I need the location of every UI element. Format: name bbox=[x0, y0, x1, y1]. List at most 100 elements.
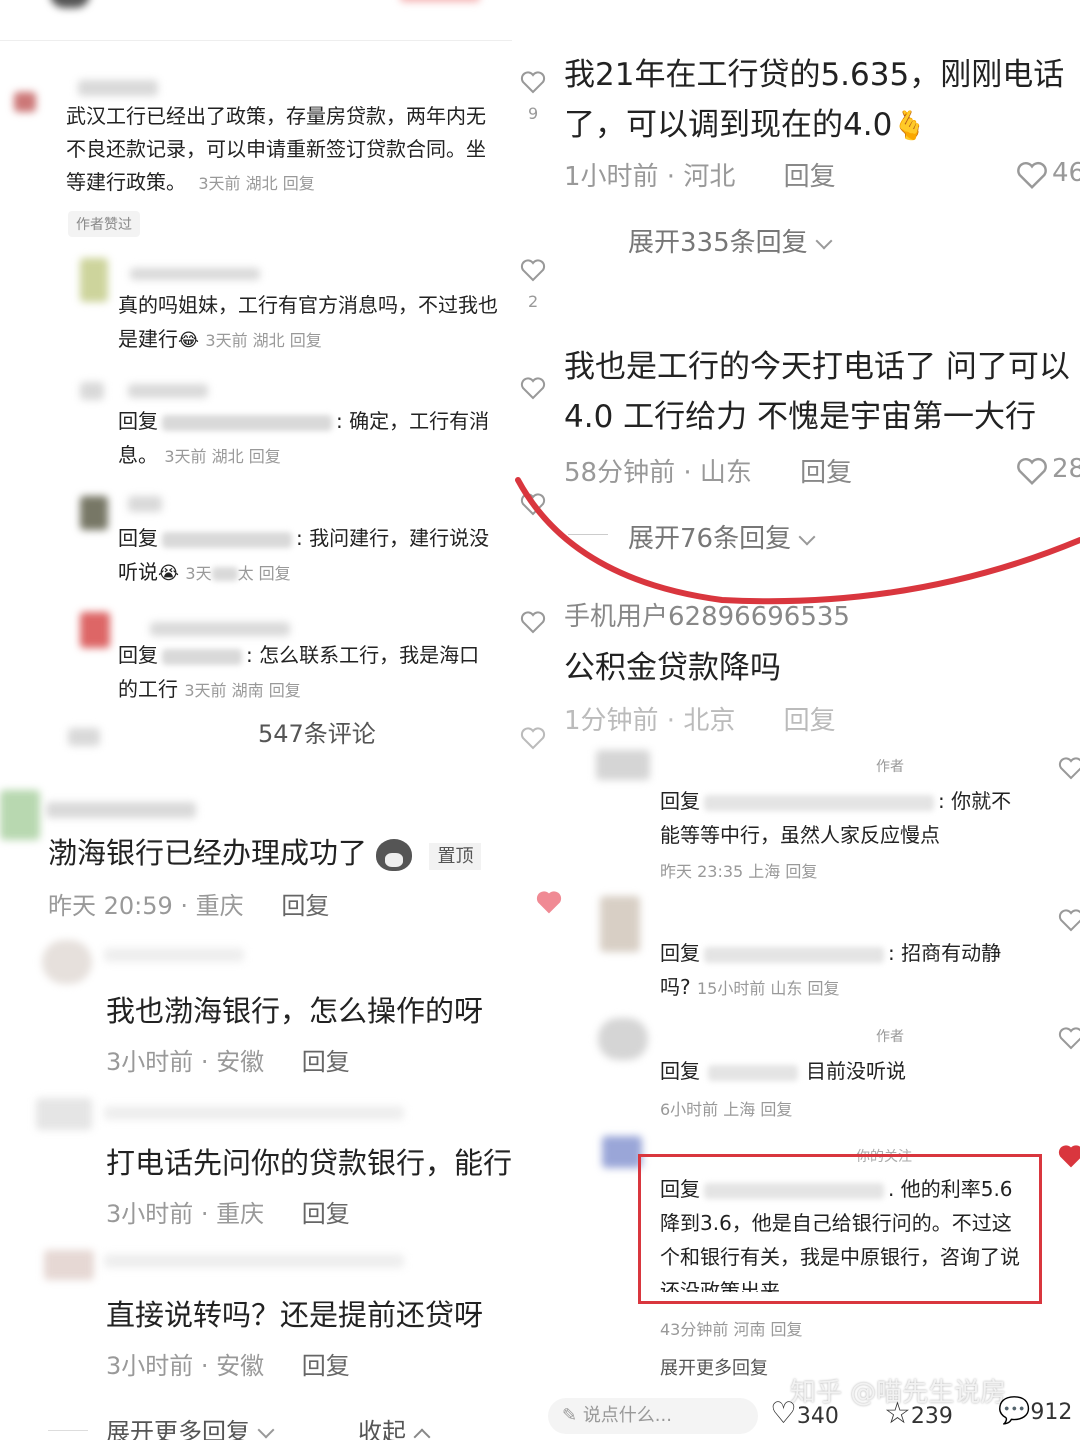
comment-text: 公积金贷款降吗 bbox=[564, 650, 781, 686]
comment-input[interactable]: ✎ 说点什么... bbox=[548, 1398, 758, 1434]
reply-button[interactable]: 回复 bbox=[302, 1352, 350, 1380]
divider bbox=[48, 1430, 88, 1431]
heart-icon[interactable] bbox=[520, 376, 546, 400]
like-action[interactable]: ♡340 bbox=[770, 1396, 839, 1431]
husky-emoji-icon bbox=[376, 839, 413, 871]
divider bbox=[0, 40, 540, 41]
author-liked-badge: 作者赞过 bbox=[68, 211, 140, 237]
avatar[interactable] bbox=[596, 750, 650, 780]
avatar[interactable] bbox=[80, 612, 110, 648]
expand-more-button[interactable]: 展开更多回复 bbox=[106, 1412, 275, 1440]
reply-text: 直接说转吗？还是提前还贷呀 bbox=[106, 1298, 484, 1332]
sub-reply-meta: 6小时前 上海 回复 bbox=[660, 1100, 793, 1119]
main-comment-meta: 昨天 20:59 · 重庆 回复 bbox=[48, 892, 330, 920]
avatar[interactable] bbox=[44, 1250, 94, 1280]
reply-button[interactable]: 回复 bbox=[784, 162, 836, 192]
username[interactable] bbox=[128, 384, 208, 398]
pencil-icon: ✎ bbox=[562, 1405, 583, 1426]
chevron-down-icon bbox=[815, 232, 833, 250]
heart-icon[interactable] bbox=[1058, 1026, 1080, 1050]
expand-replies-button[interactable]: 展开335条回复 bbox=[628, 222, 833, 259]
username[interactable] bbox=[130, 268, 260, 280]
comment-text: 我21年在工行贷的5.635，刚刚电话 了，可以调到现在的4.0🫰 bbox=[564, 57, 1065, 143]
pinned-badge: 置顶 bbox=[429, 843, 482, 870]
username[interactable] bbox=[46, 802, 196, 818]
heart-icon[interactable] bbox=[520, 258, 546, 282]
username[interactable]: 手机用户62896696535 bbox=[564, 596, 850, 633]
username[interactable] bbox=[104, 1106, 404, 1120]
avatar[interactable] bbox=[80, 382, 104, 400]
username[interactable] bbox=[150, 622, 290, 636]
sub-reply-meta: 15小时前 山东 回复 bbox=[696, 979, 840, 998]
reply-button[interactable]: 回复 bbox=[281, 892, 329, 920]
comment-bubble-icon: 💬 bbox=[998, 1396, 1031, 1426]
reply-button[interactable]: 回复 bbox=[302, 1048, 350, 1076]
right-panel: 9 我21年在工行贷的5.635，刚刚电话 了，可以调到现在的4.0🫰 1小时前… bbox=[512, 0, 1080, 1440]
reply-text: 回复: 我问建行，建行说没听说😭 3天太 回复 bbox=[118, 526, 490, 584]
comment-meta: 1分钟前 · 北京 回复 bbox=[564, 706, 836, 736]
like-count: 2 bbox=[528, 292, 539, 311]
reply-meta: 3天前 湖北 回复 bbox=[164, 447, 281, 466]
reply-meta: 3天 bbox=[185, 564, 212, 583]
collapse-button[interactable]: 收起 bbox=[358, 1412, 431, 1440]
avatar[interactable] bbox=[42, 940, 92, 984]
avatar[interactable] bbox=[602, 1136, 642, 1168]
avatar[interactable] bbox=[80, 258, 108, 302]
heart-icon[interactable] bbox=[520, 610, 546, 634]
star-icon: ☆ bbox=[884, 1396, 911, 1431]
reply-meta: 3小时前 · 安徽 回复 bbox=[106, 1048, 350, 1076]
reply-meta: 3天前 湖南 回复 bbox=[184, 681, 301, 700]
heart-icon[interactable] bbox=[1058, 756, 1080, 780]
avatar[interactable] bbox=[0, 790, 40, 840]
sub-reply-text: 回复: 你就不能等等中行，虽然人家反应慢点 bbox=[660, 789, 1012, 847]
sub-reply-meta: 昨天 23:35 上海 回复 bbox=[660, 862, 818, 881]
comment-text: 武汉工行已经出了政策，存量房贷款，两年内无不良还款记录，可以申请重新签订贷款合同… bbox=[66, 104, 486, 194]
like-count: 46 bbox=[1052, 158, 1080, 188]
chevron-down-icon bbox=[257, 1421, 275, 1439]
heart-icon[interactable] bbox=[1058, 1144, 1080, 1168]
reply-button[interactable]: 回复 bbox=[302, 1200, 350, 1228]
comment-action[interactable]: 💬912 bbox=[998, 1396, 1072, 1426]
avatar[interactable] bbox=[14, 92, 36, 112]
input-avatar bbox=[68, 728, 100, 746]
author-tag: 作者 bbox=[876, 1029, 904, 1045]
avatar[interactable] bbox=[36, 1098, 92, 1130]
avatar[interactable] bbox=[600, 896, 640, 952]
heart-icon[interactable] bbox=[520, 70, 546, 94]
comment-meta: 1小时前 · 河北 回复 bbox=[564, 162, 836, 192]
sub-reply-meta: 43分钟前 河南 回复 bbox=[660, 1320, 803, 1339]
sub-reply-text: 回复. 他的利率5.6降到3.6，他是自己给银行问的。不过这个和银行有关，我是中… bbox=[660, 1177, 1020, 1292]
username[interactable] bbox=[78, 80, 158, 96]
heart-icon[interactable] bbox=[536, 890, 562, 914]
avatar[interactable] bbox=[50, 0, 90, 8]
comment-meta: 3天前 湖北 回复 bbox=[198, 174, 315, 193]
follow-button[interactable] bbox=[400, 0, 480, 2]
avatar[interactable] bbox=[598, 1018, 648, 1060]
avatar[interactable] bbox=[80, 496, 108, 530]
reply-text: 打电话先问你的贷款银行，能行再 bbox=[106, 1146, 542, 1180]
username[interactable] bbox=[104, 948, 244, 962]
reply-text: 回复: 怎么联系工行，我是海口的工行 3天前 湖南 回复 bbox=[118, 643, 480, 701]
expand-more-button[interactable]: 展开更多回复 bbox=[660, 1354, 768, 1380]
main-comment-text: 渤海银行已经办理成功了 置顶 bbox=[48, 830, 482, 872]
bottom-left-panel: 渤海银行已经办理成功了 置顶 昨天 20:59 · 重庆 回复 我也渤海银行，怎… bbox=[0, 780, 560, 1440]
emoji-icon: 😭 bbox=[158, 563, 180, 584]
heart-outline-icon: ♡ bbox=[770, 1396, 797, 1431]
reply-button[interactable]: 回复 bbox=[784, 706, 836, 736]
reply-meta: 3小时前 · 重庆 回复 bbox=[106, 1200, 350, 1228]
star-action[interactable]: ☆239 bbox=[884, 1396, 953, 1431]
sub-reply-text: 回复 目前没听说 bbox=[660, 1059, 906, 1083]
like-count: 9 bbox=[528, 104, 539, 123]
top-left-panel: 武汉工行已经出了政策，存量房贷款，两年内无不良还款记录，可以申请重新签订贷款合同… bbox=[0, 0, 540, 760]
heart-icon[interactable] bbox=[1016, 160, 1048, 190]
heart-icon[interactable] bbox=[520, 726, 546, 750]
heart-icon[interactable] bbox=[1058, 908, 1080, 932]
comment-count[interactable]: 547条评论 bbox=[258, 714, 376, 749]
chevron-up-icon bbox=[413, 1428, 431, 1440]
username[interactable] bbox=[104, 1254, 404, 1268]
author-tag: 作者 bbox=[876, 759, 904, 775]
finger-heart-emoji-icon: 🫰 bbox=[892, 109, 928, 142]
reply-text: 我也渤海银行，怎么操作的呀 bbox=[106, 994, 484, 1028]
reply-meta: 3小时前 · 安徽 回复 bbox=[106, 1352, 350, 1380]
username[interactable] bbox=[128, 496, 162, 512]
